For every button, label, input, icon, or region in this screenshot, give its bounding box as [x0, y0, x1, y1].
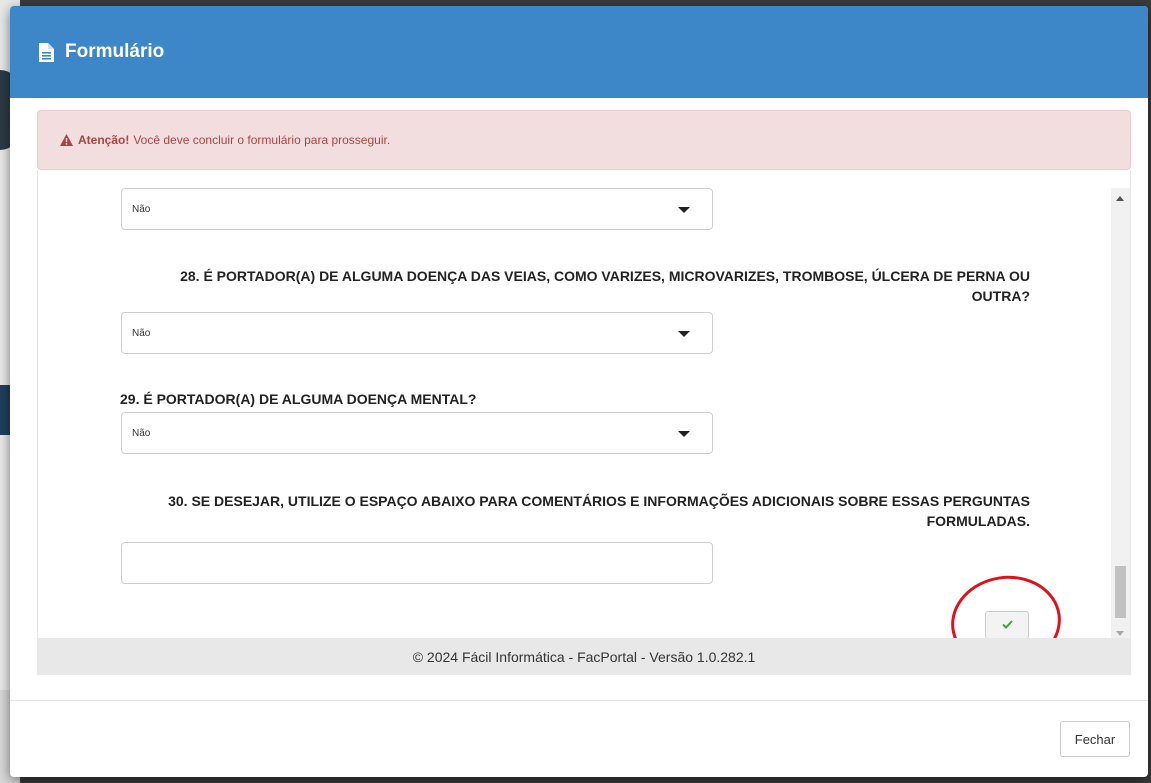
scroll-down-arrow-icon[interactable]	[1116, 631, 1124, 636]
copyright-bar: © 2024 Fácil Informática - FacPortal - V…	[38, 638, 1130, 675]
chevron-down-icon	[678, 331, 690, 337]
q28-select[interactable]: Não	[121, 312, 713, 354]
modal-footer: Fechar	[10, 700, 1148, 777]
attention-alert: Atenção! Você deve concluir o formulário…	[37, 110, 1131, 170]
form-content: Não 28. É PORTADOR(A) DE ALGUMA DOENÇA D…	[37, 170, 1131, 675]
chevron-down-icon	[678, 207, 690, 213]
q27-select[interactable]: Não	[121, 188, 713, 230]
q29-label: 29. É PORTADOR(A) DE ALGUMA DOENÇA MENTA…	[120, 391, 477, 407]
scroll-area: Não 28. É PORTADOR(A) DE ALGUMA DOENÇA D…	[38, 170, 1113, 638]
q28-selected-value: Não	[132, 327, 151, 339]
modal-header: Formulário	[10, 6, 1148, 98]
close-button[interactable]: Fechar	[1060, 721, 1130, 757]
copyright-text: © 2024 Fácil Informática - FacPortal - V…	[412, 648, 756, 665]
form-modal: Formulário Atenção! Você deve concluir o…	[10, 6, 1148, 777]
q29-select[interactable]: Não	[121, 412, 713, 454]
scrollbar-thumb[interactable]	[1115, 566, 1126, 618]
alert-strong: Atenção!	[78, 133, 130, 147]
q30-label: 30. SE DESEJAR, UTILIZE O ESPAÇO ABAIXO …	[168, 493, 1030, 529]
highlight-circle	[945, 568, 1067, 638]
chevron-down-icon	[678, 431, 690, 437]
q30-comments-input[interactable]	[121, 542, 713, 584]
scroll-up-arrow-icon[interactable]	[1116, 196, 1124, 201]
q27-selected-value: Não	[132, 203, 151, 215]
file-text-icon	[38, 42, 54, 62]
modal-title: Formulário	[65, 41, 165, 62]
warning-triangle-icon	[60, 134, 73, 146]
vertical-scrollbar[interactable]	[1111, 188, 1130, 638]
alert-message: Você deve concluir o formulário para pro…	[133, 133, 391, 147]
form-body: Não 28. É PORTADOR(A) DE ALGUMA DOENÇA D…	[38, 170, 1113, 638]
q29-selected-value: Não	[132, 427, 151, 439]
q28-label: 28. É PORTADOR(A) DE ALGUMA DOENÇA DAS V…	[180, 268, 1030, 304]
